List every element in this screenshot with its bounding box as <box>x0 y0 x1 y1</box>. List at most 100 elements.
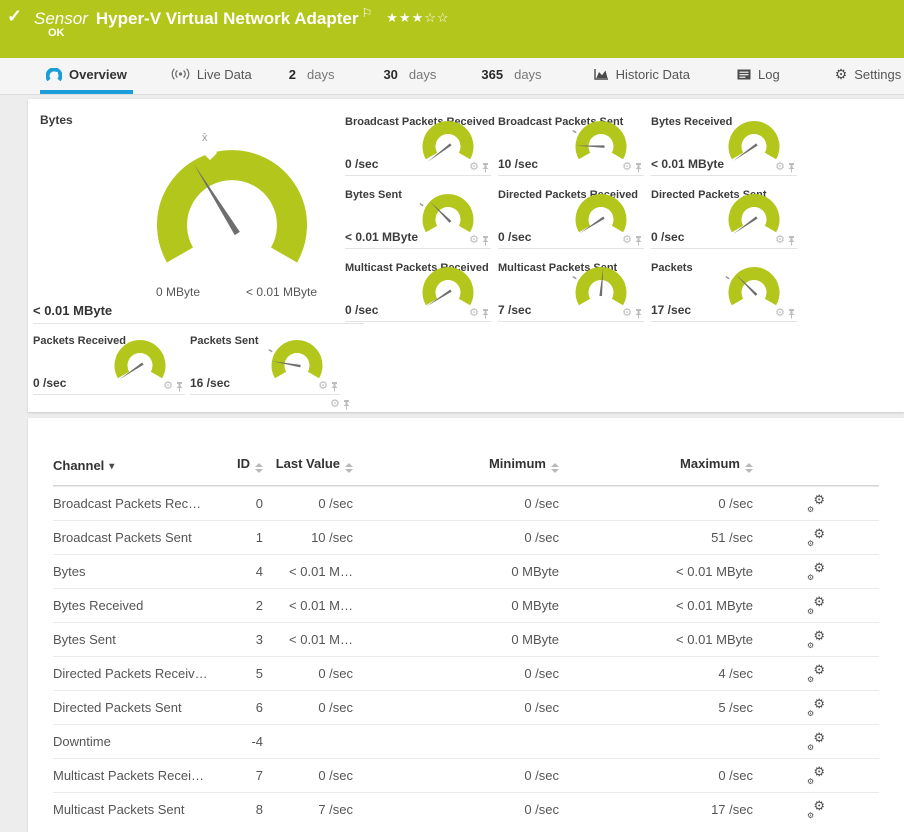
gauge-scale-max: < 0.01 MByte <box>246 285 318 299</box>
gauge-value: 0 /sec <box>651 230 685 244</box>
gauge-value: 0 /sec <box>345 157 379 171</box>
column-header-id[interactable]: ID <box>223 456 263 473</box>
channel-settings-icon[interactable]: ⚙ ⚙ <box>807 561 825 582</box>
pin-icon[interactable] <box>481 309 490 319</box>
gauge-chart <box>422 121 474 162</box>
sort-icons <box>551 463 559 473</box>
tab-settings[interactable]: ⚙ Settings <box>829 58 904 94</box>
pin-icon[interactable] <box>481 236 490 246</box>
broadcast-icon <box>171 68 190 80</box>
gauge-panel-broadcast-packets-received: Broadcast Packets Received 0 /sec ⚙ <box>345 113 495 176</box>
sort-icons <box>345 463 353 473</box>
pin-icon[interactable] <box>634 163 643 173</box>
channel-settings-icon[interactable]: ⚙ ⚙ <box>807 765 825 786</box>
channel-table-panel: Channel ▾ ID Last Value Minimum Maximum B… <box>28 418 904 832</box>
tab-log[interactable]: Log <box>731 58 786 94</box>
channel-settings-icon[interactable]: ⚙ ⚙ <box>807 493 825 514</box>
table-row[interactable]: Directed Packets Sent 6 0 /sec 0 /sec 5 … <box>53 690 879 724</box>
tab-live-data[interactable]: Live Data <box>165 58 258 94</box>
gauge-value: < 0.01 MByte <box>651 157 725 171</box>
main-gauge-title: Bytes <box>40 113 73 127</box>
gear-icon[interactable]: ⚙ <box>469 162 479 173</box>
pin-icon[interactable] <box>787 309 796 319</box>
pin-icon[interactable] <box>481 163 490 173</box>
gear-icon[interactable]: ⚙ <box>775 235 785 246</box>
sensor-header: ✓ Sensor Hyper-V Virtual Network Adapter ⚐… <box>0 0 904 58</box>
sensor-title: Hyper-V Virtual Network Adapter <box>95 9 359 28</box>
pin-icon[interactable] <box>787 163 796 173</box>
channel-settings-icon[interactable]: ⚙ ⚙ <box>807 731 825 752</box>
pin-icon[interactable] <box>634 309 643 319</box>
table-row[interactable]: Broadcast Packets Sent 1 10 /sec 0 /sec … <box>53 520 879 554</box>
table-row[interactable]: Bytes Received 2 < 0.01 M… 0 MByte < 0.0… <box>53 588 879 622</box>
table-row[interactable]: Multicast Packets Recei… 7 0 /sec 0 /sec… <box>53 758 879 792</box>
gear-icon[interactable]: ⚙ <box>469 235 479 246</box>
tab-overview[interactable]: Overview <box>40 58 133 94</box>
gauge-title: Bytes Sent <box>345 189 402 201</box>
channel-settings-icon[interactable]: ⚙ ⚙ <box>807 595 825 616</box>
table-row[interactable]: Downtime -4 ⚙ ⚙ <box>53 724 879 758</box>
sensor-label: Sensor <box>34 9 88 28</box>
gauge-panel-bytes-received: Bytes Received < 0.01 MByte ⚙ <box>651 113 797 176</box>
ok-check-icon: ✓ <box>7 6 23 26</box>
gear-icon[interactable]: ⚙ <box>469 308 479 319</box>
gear-icon[interactable]: ⚙ <box>622 162 632 173</box>
gauge-panel-directed-packets-sent: Directed Packets Sent 0 /sec ⚙ <box>651 186 797 249</box>
main-gauge-value: < 0.01 MByte <box>33 303 113 318</box>
table-header: Channel ▾ ID Last Value Minimum Maximum <box>53 418 879 486</box>
table-row[interactable]: Directed Packets Receiv… 5 0 /sec 0 /sec… <box>53 656 879 690</box>
priority-flag-icon[interactable]: ⚐ <box>362 6 373 20</box>
pin-icon[interactable] <box>634 236 643 246</box>
divider <box>33 323 364 324</box>
gear-icon[interactable]: ⚙ <box>163 381 173 392</box>
gauge-chart <box>728 194 780 235</box>
gear-icon[interactable]: ⚙ <box>622 235 632 246</box>
gear-icon[interactable]: ⚙ <box>622 308 632 319</box>
gauge-value: 0 /sec <box>33 376 67 390</box>
gauge-icon <box>46 67 62 81</box>
tab-2-days[interactable]: 2 days <box>283 58 341 94</box>
gauge-panel-packets-received: Packets Received 0 /sec ⚙ <box>33 332 185 395</box>
sort-desc-icon: ▾ <box>109 461 115 472</box>
sort-icons <box>255 463 263 473</box>
column-header-channel[interactable]: Channel ▾ <box>53 458 223 473</box>
channel-settings-icon[interactable]: ⚙ ⚙ <box>807 697 825 718</box>
pin-icon[interactable] <box>330 382 339 392</box>
column-header-last-value[interactable]: Last Value <box>263 456 353 473</box>
column-header-maximum[interactable]: Maximum <box>559 456 753 473</box>
gauge-value: 10 /sec <box>498 157 539 171</box>
gauge-title: Bytes Received <box>651 116 733 128</box>
channel-settings-icon[interactable]: ⚙ ⚙ <box>807 663 825 684</box>
gear-icon[interactable]: ⚙ <box>330 399 340 410</box>
gauge-value: 0 /sec <box>498 230 532 244</box>
gauge-panel-packets-sent: Packets Sent 16 /sec ⚙ <box>190 332 340 395</box>
table-row[interactable]: Broadcast Packets Rec… 0 0 /sec 0 /sec 0… <box>53 486 879 520</box>
table-row[interactable]: Multicast Packets Sent 8 7 /sec 0 /sec 1… <box>53 792 879 826</box>
gear-icon[interactable]: ⚙ <box>318 381 328 392</box>
pin-icon[interactable] <box>342 400 351 410</box>
table-row[interactable]: Bytes Sent 3 < 0.01 M… 0 MByte < 0.01 MB… <box>53 622 879 656</box>
gauge-panel-directed-packets-received: Directed Packets Received 0 /sec ⚙ <box>498 186 644 249</box>
gauge-chart <box>575 194 627 234</box>
table-row[interactable]: Bytes 4 < 0.01 M… 0 MByte < 0.01 MByte ⚙… <box>53 554 879 588</box>
channel-settings-icon[interactable]: ⚙ ⚙ <box>807 799 825 820</box>
gauge-chart <box>268 340 323 379</box>
pin-icon[interactable] <box>787 236 796 246</box>
tab-historic-data[interactable]: Historic Data <box>588 58 696 94</box>
channel-settings-icon[interactable]: ⚙ ⚙ <box>807 629 825 650</box>
status-badge: OK <box>48 27 65 39</box>
column-header-minimum[interactable]: Minimum <box>353 456 559 473</box>
log-icon <box>737 69 751 79</box>
gear-icon[interactable]: ⚙ <box>775 162 785 173</box>
channel-settings-icon[interactable]: ⚙ ⚙ <box>807 527 825 548</box>
tab-365-days[interactable]: 365 days <box>475 58 547 94</box>
gear-icon: ⚙ <box>834 66 848 82</box>
gauge-chart <box>114 340 166 380</box>
area-chart-icon <box>593 69 608 80</box>
gauge-title: Packets Sent <box>190 335 259 347</box>
priority-stars[interactable]: ★★★☆☆ <box>386 10 449 25</box>
gear-icon[interactable]: ⚙ <box>775 308 785 319</box>
pin-icon[interactable] <box>175 382 184 392</box>
tab-30-days[interactable]: 30 days <box>377 58 442 94</box>
gauge-panel-broadcast-packets-sent: Broadcast Packets Sent 10 /sec ⚙ <box>498 113 644 176</box>
